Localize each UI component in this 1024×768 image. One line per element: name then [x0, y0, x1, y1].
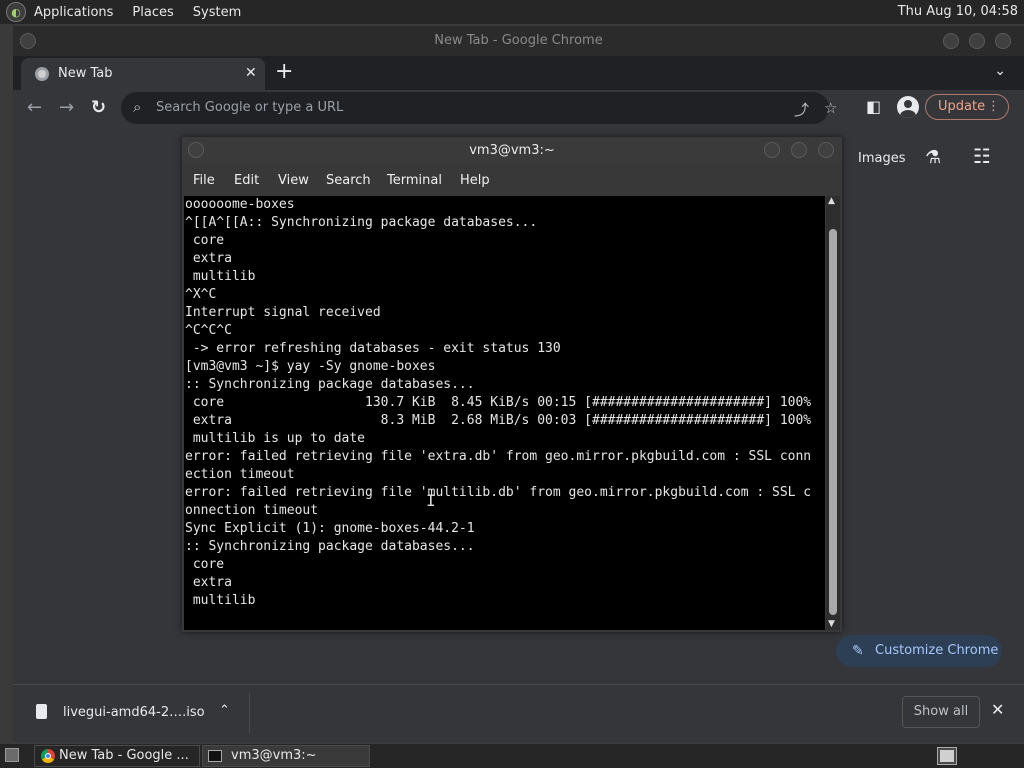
terminal-title: vm3@vm3:~: [469, 143, 555, 158]
scroll-up-icon[interactable]: ▲: [828, 196, 835, 206]
terminal-line: extra: [185, 575, 232, 590]
pencil-icon: ✎: [852, 643, 864, 659]
show-all-button[interactable]: Show all: [902, 696, 980, 728]
terminal-output[interactable]: oooooome-boxes ^[[A^[[A:: Synchronizing …: [184, 196, 825, 630]
taskbar-item-label: New Tab - Google ...: [59, 748, 189, 763]
reload-icon[interactable]: ↻: [91, 97, 106, 118]
tab-close-icon[interactable]: ✕: [245, 65, 257, 81]
terminal-icon: [208, 750, 222, 762]
terminal-line: onnection timeout: [185, 503, 319, 518]
panel-clock[interactable]: Thu Aug 10, 04:58: [898, 4, 1018, 19]
terminal-line: ^[[A^[[A:: Synchronizing package databas…: [185, 215, 538, 230]
show-desktop-icon[interactable]: [5, 748, 19, 762]
terminal-line: :: Synchronizing package databases...: [185, 539, 475, 554]
terminal-line: core: [185, 233, 225, 248]
star-icon[interactable]: ☆: [824, 99, 837, 117]
window-title: New Tab - Google Chrome: [434, 33, 603, 48]
terminal-minimize-button[interactable]: [764, 142, 780, 158]
terminal-window: vm3@vm3:~ File Edit View Search Terminal…: [182, 137, 842, 632]
shelf-divider: [249, 693, 250, 733]
terminal-maximize-button[interactable]: [791, 142, 807, 158]
minimize-button[interactable]: [943, 33, 959, 49]
avatar-icon[interactable]: [897, 96, 919, 118]
terminal-line: extra: [185, 251, 232, 266]
distro-logo-icon[interactable]: ◐: [6, 2, 26, 22]
terminal-scrollbar[interactable]: ▲ ▼: [826, 196, 840, 630]
forward-icon[interactable]: →: [59, 97, 74, 118]
terminal-menu-view[interactable]: View: [278, 173, 309, 188]
text-cursor-icon: I: [426, 491, 436, 510]
terminal-menu-search[interactable]: Search: [326, 173, 371, 188]
terminal-line: multilib: [185, 593, 256, 608]
chrome-titlebar[interactable]: New Tab - Google Chrome: [13, 26, 1024, 56]
terminal-line: -> error refreshing databases - exit sta…: [185, 341, 561, 356]
share-icon[interactable]: ⤴: [794, 99, 809, 120]
back-icon[interactable]: ←: [27, 97, 42, 118]
scroll-down-icon[interactable]: ▼: [828, 619, 835, 629]
tab-search-icon[interactable]: ⌄: [994, 63, 1006, 79]
update-button[interactable]: Update ⋮: [925, 94, 1009, 120]
terminal-line: [vm3@vm3 ~]$ yay -Sy gnome-boxes: [185, 359, 436, 374]
chrome-icon: [41, 749, 55, 763]
terminal-line: :: Synchronizing package databases...: [185, 377, 475, 392]
update-label: Update: [938, 99, 986, 114]
terminal-line: ection timeout: [185, 467, 295, 482]
terminal-line: ^X^C: [185, 287, 217, 302]
top-panel: ◐ Applications Places System Thu Aug 10,…: [0, 0, 1024, 24]
workspace-1[interactable]: [940, 750, 954, 762]
customize-chrome-label: Customize Chrome: [875, 643, 999, 658]
close-icon[interactable]: ✕: [991, 700, 1004, 719]
terminal-line: core: [185, 557, 225, 572]
bottom-taskbar: New Tab - Google ... vm3@vm3:~: [0, 744, 1024, 768]
panel-menu-places[interactable]: Places: [132, 5, 173, 20]
terminal-menu-terminal[interactable]: Terminal: [387, 173, 442, 188]
side-panel-icon[interactable]: ◧: [866, 97, 881, 116]
download-shelf: livegui-amd64-2….iso ⌃ Show all ✕: [13, 684, 1024, 742]
tab-title: New Tab: [58, 66, 113, 81]
panel-menu-applications[interactable]: Applications: [34, 5, 113, 20]
terminal-line: extra 8.3 MiB 2.68 MiB/s 00:03 [########…: [185, 413, 812, 428]
terminal-line: oooooome-boxes: [185, 197, 295, 212]
kebab-menu-icon[interactable]: ⋮: [987, 95, 1000, 119]
taskbar-item-terminal[interactable]: vm3@vm3:~: [202, 745, 370, 767]
terminal-line: error: failed retrieving file 'extra.db'…: [185, 449, 812, 464]
terminal-line: ^C^C^C: [185, 323, 232, 338]
tab-new-tab[interactable]: New Tab ✕: [21, 58, 265, 90]
new-tab-button[interactable]: +: [275, 59, 293, 84]
terminal-menu-edit[interactable]: Edit: [234, 173, 259, 188]
terminal-window-menu-button[interactable]: [188, 142, 204, 158]
omnibox[interactable]: ⌕ Search Google or type a URL ⤴ ☆: [121, 92, 837, 124]
terminal-menu-help[interactable]: Help: [460, 173, 490, 188]
workspace-switcher[interactable]: [937, 747, 957, 765]
terminal-line: Sync Explicit (1): gnome-boxes-44.2-1: [185, 521, 475, 536]
apps-grid-icon[interactable]: ☷: [973, 144, 991, 168]
chevron-up-icon[interactable]: ⌃: [219, 703, 230, 718]
terminal-line: multilib is up to date: [185, 431, 366, 446]
terminal-line: error: failed retrieving file 'multilib.…: [185, 485, 812, 500]
omnibox-placeholder: Search Google or type a URL: [156, 100, 344, 115]
file-icon: [36, 704, 47, 719]
chrome-favicon-icon: [35, 67, 49, 81]
terminal-menu-file[interactable]: File: [193, 173, 215, 188]
search-icon: ⌕: [133, 98, 142, 116]
customize-chrome-button[interactable]: ✎ Customize Chrome: [836, 635, 1002, 667]
window-menu-button[interactable]: [20, 33, 36, 49]
terminal-line: Interrupt signal received: [185, 305, 381, 320]
terminal-titlebar[interactable]: vm3@vm3:~: [182, 137, 842, 165]
close-button[interactable]: [995, 33, 1011, 49]
terminal-menubar: File Edit View Search Terminal Help: [182, 165, 842, 197]
terminal-close-button[interactable]: [818, 142, 834, 158]
browser-toolbar: ← → ↻ ⌕ Search Google or type a URL ⤴ ☆ …: [13, 90, 1024, 126]
taskbar-item-chrome[interactable]: New Tab - Google ...: [34, 745, 200, 767]
maximize-button[interactable]: [969, 33, 985, 49]
download-item[interactable]: livegui-amd64-2….iso: [63, 705, 205, 720]
flask-icon[interactable]: ⚗: [925, 147, 941, 168]
taskbar-item-label: vm3@vm3:~: [231, 748, 317, 763]
images-link[interactable]: Images: [858, 151, 906, 166]
terminal-line: core 130.7 KiB 8.45 KiB/s 00:15 [#######…: [185, 395, 812, 410]
panel-menu-system[interactable]: System: [193, 5, 241, 20]
tab-strip: New Tab ✕ + ⌄: [13, 56, 1024, 90]
terminal-line: multilib: [185, 269, 256, 284]
scrollbar-thumb[interactable]: [829, 229, 837, 615]
